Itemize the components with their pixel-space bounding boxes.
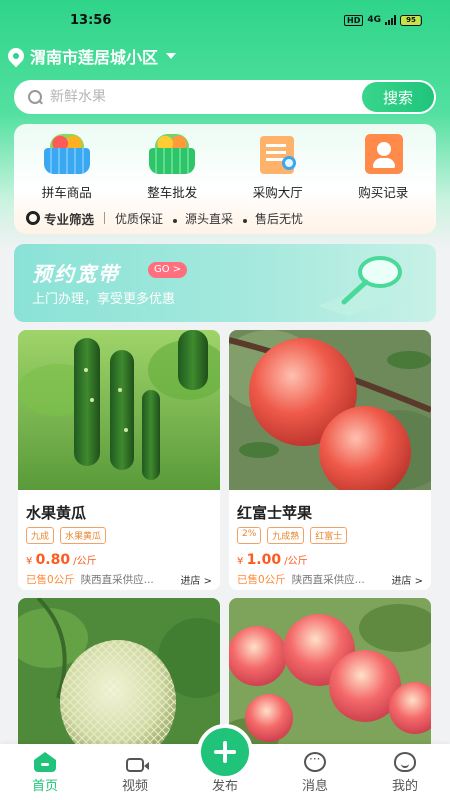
price-value: 0.80 [35, 552, 71, 568]
category-label: 采购大厅 [252, 185, 303, 200]
status-icons: HD 4G 95 [344, 14, 422, 26]
user-record-icon [357, 132, 409, 176]
divider [104, 212, 106, 224]
price-unit: /公斤 [284, 556, 308, 567]
feature-title: 专业筛选 [26, 209, 94, 228]
feature-item-wrapper: 源头直采 [173, 210, 233, 227]
video-icon [126, 758, 149, 772]
product-meta: 已售0公斤 陕西直采供应... 进店 > [229, 570, 431, 590]
green-basket-icon [146, 132, 198, 176]
product-tags: 2% 九成熟 红富士 [229, 527, 431, 544]
product-name: 水果黄瓜 [26, 504, 87, 522]
category-label: 购买记录 [358, 185, 409, 200]
enter-shop-link[interactable]: 进店 > [180, 572, 212, 587]
price-symbol: ¥ [237, 556, 244, 567]
product-card[interactable] [229, 598, 431, 758]
category-purchase-hall[interactable]: 采购大厅 [230, 132, 326, 201]
medal-icon [26, 211, 40, 225]
promo-go-button[interactable]: GO > [148, 262, 188, 278]
tab-label: 消息 [301, 779, 328, 794]
product-tag: 九成熟 [267, 527, 305, 544]
price-value: 1.00 [246, 552, 282, 568]
feature-item: 售后无忧 [255, 211, 304, 226]
feature-item: 源头直采 [185, 211, 234, 226]
feature-item: 优质保证 [115, 211, 164, 226]
supplier-name: 陕西直采供应... [80, 574, 154, 586]
promo-banner[interactable]: 预约宽带 GO > 上门办理，享受更多优惠 [14, 244, 436, 322]
product-card[interactable]: 水果黄瓜 九成 水果黄瓜 ¥ 0.80 /公斤 已售0公斤 陕西直采供应... … [18, 330, 220, 590]
tab-home[interactable]: 首页 [10, 752, 80, 794]
product-tag: 九成 [26, 527, 55, 544]
tab-label: 首页 [31, 779, 58, 794]
chevron-down-icon [166, 53, 177, 59]
product-card[interactable]: 红富士苹果 2% 九成熟 红富士 ¥ 1.00 /公斤 已售0公斤 陕西直采供应… [229, 330, 431, 590]
product-card[interactable] [18, 598, 220, 758]
plus-icon [214, 741, 236, 763]
price-unit: /公斤 [73, 556, 97, 567]
status-bar: 13:56 HD 4G 95 [0, 0, 450, 40]
search-bar: 搜索 [14, 80, 436, 114]
tab-label: 我的 [391, 779, 418, 794]
product-image [229, 330, 431, 490]
battery-icon: 95 [400, 14, 422, 26]
tab-label: 视频 [121, 779, 148, 794]
status-time: 13:56 [70, 12, 112, 28]
product-image [18, 330, 220, 490]
profile-icon [394, 752, 416, 772]
hd-badge: HD [344, 14, 364, 26]
fruit-basket-icon [41, 132, 93, 176]
category-purchase-records[interactable]: 购买记录 [335, 132, 431, 201]
document-search-icon [252, 132, 304, 176]
sold-count: 已售0公斤 [26, 574, 75, 586]
location-pin-icon [4, 44, 28, 68]
category-label: 整车批发 [147, 185, 198, 200]
publish-button[interactable] [197, 724, 253, 780]
bottom-tab-bar: 首页 视频 发布 消息 我的 [0, 724, 450, 800]
location-text: 渭南市莲居城小区 [30, 48, 159, 67]
chat-icon [304, 752, 326, 772]
product-tag: 红富士 [310, 527, 348, 544]
tab-mine[interactable]: 我的 [370, 752, 440, 794]
tab-messages[interactable]: 消息 [280, 752, 350, 794]
category-wholesale[interactable]: 整车批发 [124, 132, 220, 201]
product-price: ¥ 1.00 /公斤 [229, 544, 431, 570]
tab-video[interactable]: 视频 [100, 755, 170, 794]
promo-subtitle: 上门办理，享受更多优惠 [32, 292, 176, 307]
product-meta: 已售0公斤 陕西直采供应... 进店 > [18, 570, 220, 590]
category-card: 拼车商品 整车批发 采购大厅 购买记录 专业筛选 优质保证 源头直采 售后无忧 [14, 124, 436, 234]
category-label: 拼车商品 [41, 185, 92, 200]
feature-item-wrapper: 售后无忧 [243, 210, 303, 227]
product-name: 红富士苹果 [237, 504, 313, 522]
product-price: ¥ 0.80 /公斤 [18, 544, 220, 570]
product-tags: 九成 水果黄瓜 [18, 527, 220, 544]
magnifier-illustration-icon [318, 256, 408, 316]
search-button[interactable]: 搜索 [362, 82, 434, 112]
home-icon [34, 752, 56, 772]
product-image [229, 598, 431, 758]
feature-strip: 专业筛选 优质保证 源头直采 售后无忧 [14, 206, 436, 230]
product-tag: 2% [237, 527, 262, 544]
search-icon [28, 90, 42, 104]
price-symbol: ¥ [26, 556, 33, 567]
sold-count: 已售0公斤 [237, 574, 286, 586]
promo-title: 预约宽带 [32, 262, 120, 286]
product-image [18, 598, 220, 758]
supplier-name: 陕西直采供应... [291, 574, 365, 586]
enter-shop-link[interactable]: 进店 > [391, 572, 423, 587]
product-tag: 水果黄瓜 [60, 527, 107, 544]
category-carpool[interactable]: 拼车商品 [19, 132, 115, 201]
feature-title-text: 专业筛选 [44, 211, 95, 227]
network-label: 4G [367, 15, 381, 25]
location-selector[interactable]: 渭南市莲居城小区 [4, 42, 177, 70]
signal-icon [385, 15, 396, 25]
